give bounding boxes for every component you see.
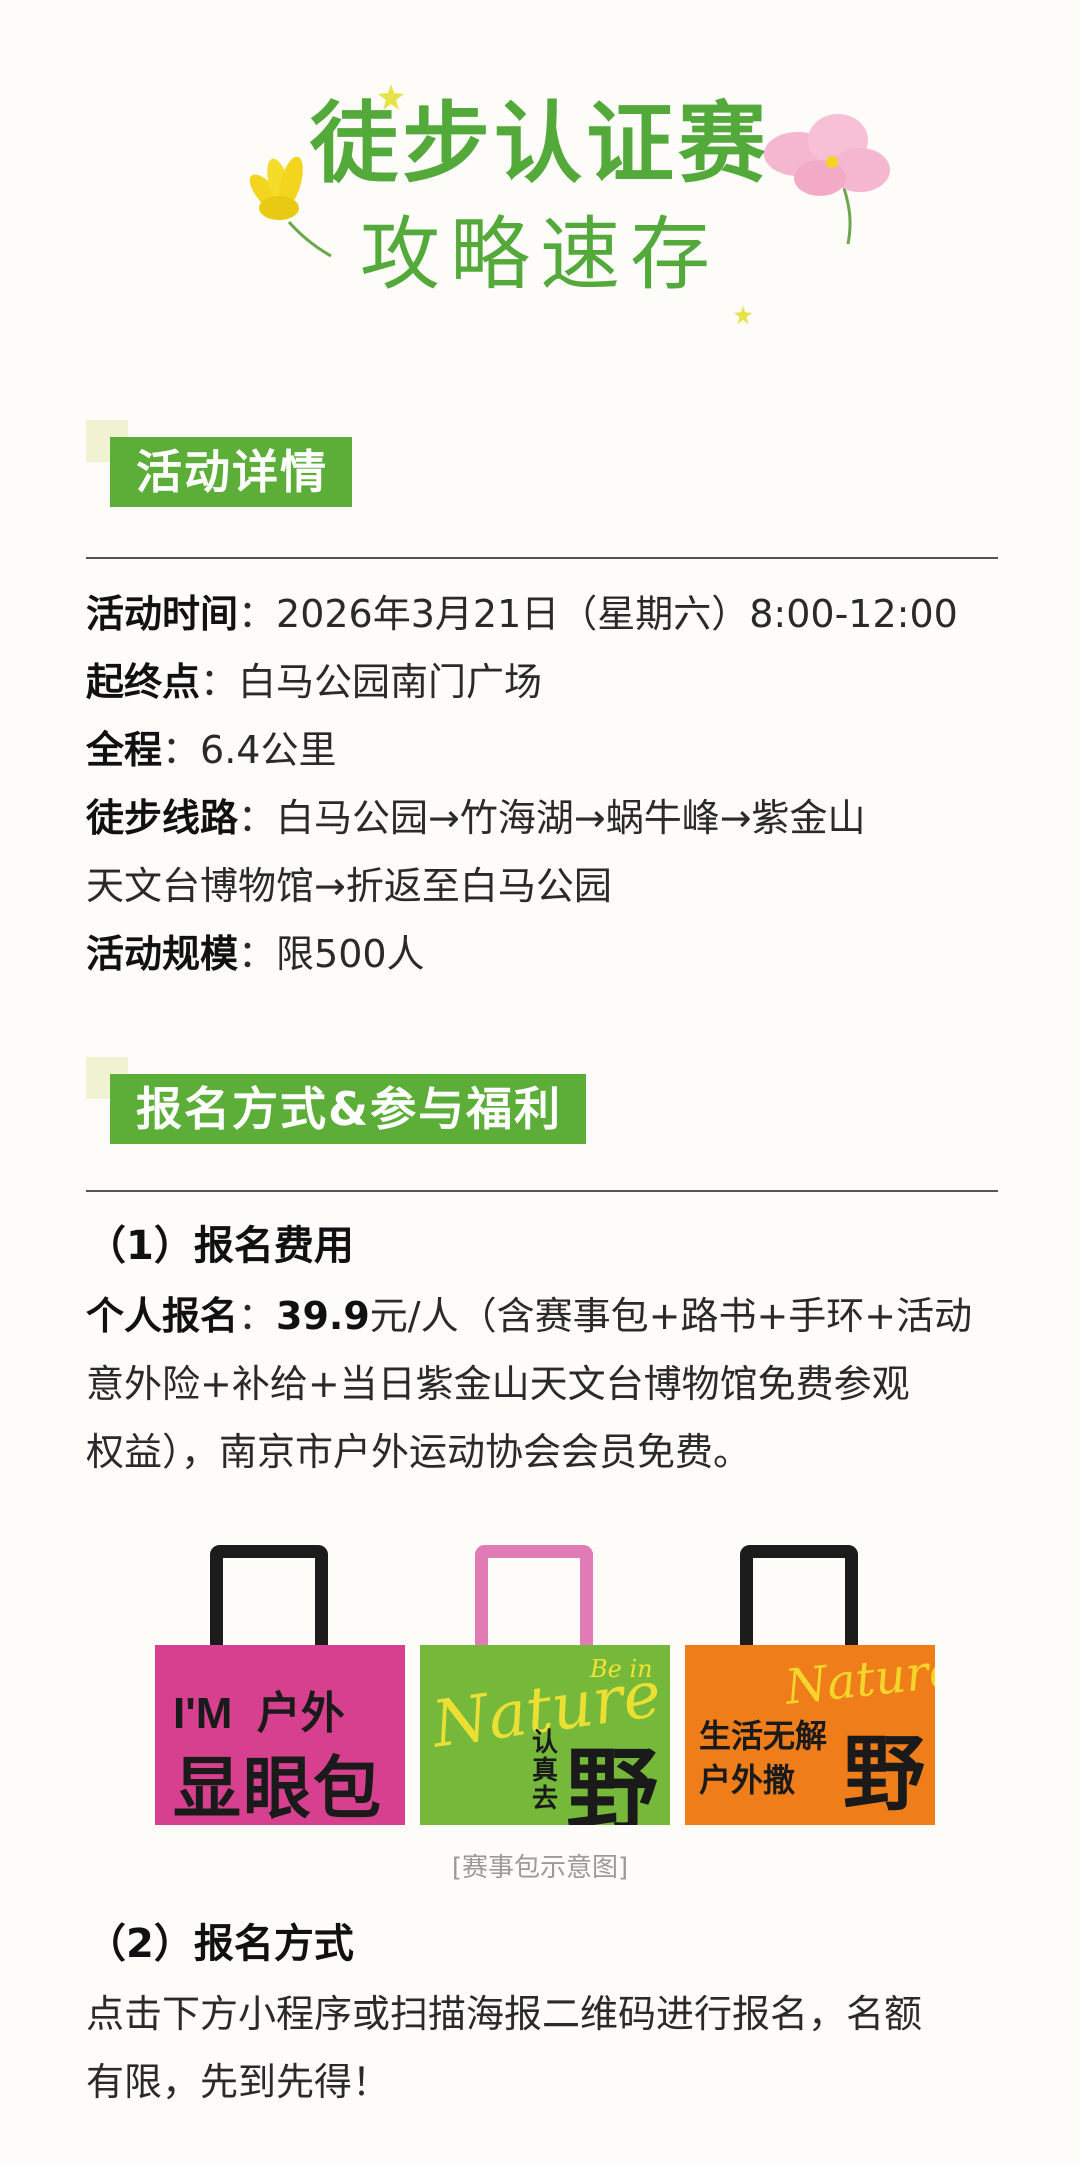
divider — [86, 1190, 998, 1192]
fee-unit: 元/人（含赛事包+路书+手环+活动 — [369, 1294, 973, 1338]
page-title: 徒步认证赛 — [309, 92, 770, 195]
detail-route-cont: 天文台博物馆→折返至白马公园 — [86, 864, 612, 908]
page-subtitle: 攻略速存 — [360, 208, 720, 301]
star-icon — [734, 306, 752, 324]
detail-scale: 活动规模：限500人 — [86, 920, 1006, 988]
detail-value: ：白马公园→竹海湖→蜗牛峰→紫金山 — [238, 796, 866, 840]
detail-route: 徒步线路：白马公园→竹海湖→蜗牛峰→紫金山 — [86, 784, 1006, 852]
detail-label: 起终点 — [86, 660, 201, 704]
image-caption: [赛事包示意图] — [451, 1853, 629, 1883]
bag-handle — [475, 1545, 593, 1655]
detail-value: ：6.4公里 — [162, 728, 337, 772]
detail-value: ：限500人 — [238, 932, 425, 976]
detail-start: 起终点：白马公园南门广场 — [86, 648, 1006, 716]
divider — [86, 557, 998, 559]
tote-bag-orange: Nature 生活无解 户外撒 野 — [685, 1545, 935, 1825]
section-title: 报名方式&参与福利 — [110, 1074, 587, 1144]
pink-flower-icon — [764, 114, 890, 245]
bag-script-text: Nature — [782, 1645, 935, 1716]
detail-distance: 全程：6.4公里 — [86, 716, 1006, 784]
fee-price: 39.9 — [276, 1294, 370, 1338]
bag-body: Nature 生活无解 户外撒 野 — [685, 1645, 935, 1825]
method-line-1: 点击下方小程序或扫描海报二维码进行报名，名额 — [86, 1992, 923, 2036]
bag-handle — [210, 1545, 328, 1655]
tote-bag-green: Be in Nature 认真去 野 — [420, 1545, 670, 1825]
bag-text-main: 野 — [566, 1738, 659, 1825]
fee-line-2: 意外险+补给+当日紫金山天文台博物馆免费参观 — [86, 1362, 910, 1406]
fee-label: 个人报名 — [86, 1294, 239, 1338]
detail-label: 徒步线路 — [86, 796, 239, 840]
detail-value: ：白马公园南门广场 — [200, 660, 543, 704]
bag-text-side: 认真去 — [532, 1728, 559, 1814]
detail-time: 活动时间：2026年3月21日（星期六）8:00-12:00 — [86, 580, 1006, 648]
bag-body: I'M 户外 显眼包 — [155, 1645, 405, 1829]
fee-line: 个人报名：39.9元/人（含赛事包+路书+手环+活动 — [86, 1282, 1006, 1350]
star-icon — [378, 84, 404, 110]
bag-text-top: I'M 户外 — [173, 1689, 345, 1738]
tote-bag-pink: I'M 户外 显眼包 — [155, 1545, 405, 1829]
bag-handle — [740, 1545, 858, 1655]
fee-colon: ： — [238, 1294, 277, 1338]
yellow-flower-icon — [249, 156, 332, 258]
fee-line-3: 权益），南京市户外运动协会会员免费。 — [86, 1430, 752, 1474]
method-title: （2）报名方式 — [86, 1921, 354, 1967]
bag-text-main: 野 — [843, 1727, 926, 1822]
detail-value: ：2026年3月21日（星期六）8:00-12:00 — [238, 592, 958, 636]
fee-title: （1）报名费用 — [86, 1223, 354, 1269]
detail-label: 活动规模 — [86, 932, 239, 976]
bag-text-main: 显眼包 — [173, 1750, 384, 1829]
bag-text-bottom: 户外撒 — [699, 1761, 796, 1799]
section-title: 活动详情 — [110, 437, 352, 507]
detail-label: 全程 — [86, 728, 163, 772]
bag-text-top: 生活无解 — [699, 1717, 828, 1755]
method-line-2: 有限，先到先得！ — [86, 2060, 391, 2104]
bag-body: Be in Nature 认真去 野 — [420, 1645, 670, 1825]
detail-label: 活动时间 — [86, 592, 239, 636]
